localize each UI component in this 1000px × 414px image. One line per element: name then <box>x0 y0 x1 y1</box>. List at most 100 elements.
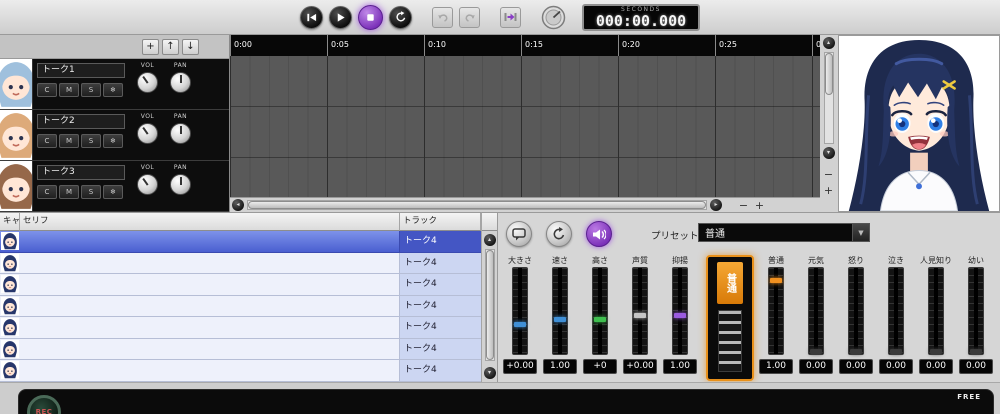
h-scrollbar-track[interactable] <box>247 200 707 210</box>
scroll-left-button[interactable]: ◂ <box>232 199 244 211</box>
row-line-text[interactable] <box>20 231 400 252</box>
slider-handle[interactable] <box>514 322 526 328</box>
slider-track[interactable] <box>808 267 824 355</box>
row-line-text[interactable] <box>20 338 400 359</box>
row-track-name[interactable]: トーク4 <box>400 274 481 295</box>
v-scrollbar-thumb[interactable] <box>824 53 833 95</box>
text-bubble-button[interactable] <box>506 221 532 247</box>
dialogue-row[interactable]: トーク4 <box>0 252 481 274</box>
track-solo-button[interactable]: S <box>81 185 101 199</box>
slider-handle[interactable] <box>970 348 982 354</box>
track-freeze-button[interactable]: ❄ <box>103 134 123 148</box>
pan-knob[interactable] <box>170 174 191 195</box>
track-chain-button[interactable]: C <box>37 134 57 148</box>
slider-track[interactable] <box>672 267 688 355</box>
slider-track[interactable] <box>592 267 608 355</box>
master-emotion-fader[interactable]: 普通 <box>706 255 754 381</box>
slider-track[interactable] <box>768 267 784 355</box>
row-line-text[interactable] <box>20 274 400 295</box>
row-track-name[interactable]: トーク4 <box>400 231 481 252</box>
jog-dial[interactable] <box>541 5 566 30</box>
scroll-right-button[interactable]: ▸ <box>710 199 722 211</box>
track-solo-button[interactable]: S <box>81 83 101 97</box>
dialogue-scroll-up-button[interactable]: ▴ <box>483 234 496 246</box>
dialogue-row[interactable]: トーク4 <box>0 360 481 382</box>
slider-handle[interactable] <box>770 278 782 284</box>
slider-track[interactable] <box>512 267 528 355</box>
slider-handle[interactable] <box>674 312 686 318</box>
undo-button[interactable] <box>432 6 453 28</box>
slider-track[interactable] <box>888 267 904 355</box>
zoom-in-button[interactable]: + <box>753 199 766 212</box>
dialogue-row[interactable]: トーク4 <box>0 338 481 360</box>
timeline-ruler[interactable]: 0:00 0:05 0:10 0:15 0:20 0:25 0:3 <box>230 35 820 56</box>
pan-knob[interactable] <box>170 123 191 144</box>
slider-handle[interactable] <box>810 348 822 354</box>
insert-position-button[interactable] <box>500 6 521 28</box>
track-chain-button[interactable]: C <box>37 83 57 97</box>
track-freeze-button[interactable]: ❄ <box>103 83 123 97</box>
dialogue-scroll-down-button[interactable]: ▾ <box>483 367 496 379</box>
slider-track[interactable] <box>928 267 944 355</box>
rec-button[interactable]: REC <box>27 395 61 414</box>
row-line-text[interactable] <box>20 360 400 381</box>
h-scrollbar-thumb[interactable] <box>248 201 706 209</box>
track-row[interactable]: トーク1 C M S ❄ VOL PAN <box>0 59 229 110</box>
scroll-up-button[interactable]: ▴ <box>822 37 835 49</box>
track-solo-button[interactable]: S <box>81 134 101 148</box>
scroll-down-button[interactable]: ▾ <box>822 147 835 159</box>
volume-knob[interactable] <box>137 174 158 195</box>
slider-track[interactable] <box>968 267 984 355</box>
volume-knob[interactable] <box>137 123 158 144</box>
slider-handle[interactable] <box>850 348 862 354</box>
v-zoom-in-button[interactable]: + <box>822 184 835 197</box>
redo-button[interactable] <box>459 6 480 28</box>
skip-to-start-button[interactable] <box>300 5 323 29</box>
track-mute-button[interactable]: M <box>59 83 79 97</box>
master-fader-track[interactable] <box>718 310 742 372</box>
track-mute-button[interactable]: M <box>59 134 79 148</box>
slider-handle[interactable] <box>554 317 566 323</box>
track-freeze-button[interactable]: ❄ <box>103 185 123 199</box>
slider-track[interactable] <box>848 267 864 355</box>
dialogue-row[interactable]: トーク4 <box>0 317 481 339</box>
slider-track[interactable] <box>632 267 648 355</box>
play-button[interactable] <box>329 5 352 29</box>
pan-knob[interactable] <box>170 72 191 93</box>
track-chain-button[interactable]: C <box>37 185 57 199</box>
volume-knob[interactable] <box>137 72 158 93</box>
v-zoom-out-button[interactable]: − <box>822 168 835 181</box>
stop-button[interactable] <box>358 4 383 30</box>
row-track-name[interactable]: トーク4 <box>400 338 481 359</box>
slider-handle[interactable] <box>634 312 646 318</box>
track-row[interactable]: トーク3 C M S ❄ VOL PAN <box>0 161 229 212</box>
row-track-name[interactable]: トーク4 <box>400 295 481 316</box>
slider-handle[interactable] <box>890 348 902 354</box>
move-track-down-button[interactable]: ↓ <box>182 38 199 55</box>
v-scrollbar-track[interactable] <box>823 52 834 144</box>
row-track-name[interactable]: トーク4 <box>400 317 481 338</box>
track-row[interactable]: トーク2 C M S ❄ VOL PAN <box>0 110 229 161</box>
add-track-button[interactable]: + <box>142 38 159 55</box>
row-line-text[interactable] <box>20 252 400 273</box>
row-track-name[interactable]: トーク4 <box>400 252 481 273</box>
dialogue-row[interactable]: トーク4 <box>0 274 481 296</box>
row-track-name[interactable]: トーク4 <box>400 360 481 381</box>
row-line-text[interactable] <box>20 295 400 316</box>
track-name[interactable]: トーク3 <box>37 165 125 180</box>
speak-button[interactable] <box>586 221 612 247</box>
preset-dropdown[interactable]: 普通 ▼ <box>698 223 870 242</box>
dropdown-button[interactable]: ▼ <box>852 224 869 241</box>
repeat-playback-button[interactable] <box>546 221 572 247</box>
row-line-text[interactable] <box>20 317 400 338</box>
dialogue-scrollbar-track[interactable] <box>484 249 495 361</box>
timeline-grid[interactable] <box>230 56 820 198</box>
dialogue-scrollbar-thumb[interactable] <box>485 250 494 360</box>
track-name[interactable]: トーク2 <box>37 114 125 129</box>
track-mute-button[interactable]: M <box>59 185 79 199</box>
zoom-out-button[interactable]: − <box>737 199 750 212</box>
track-name[interactable]: トーク1 <box>37 63 125 78</box>
slider-handle[interactable] <box>930 348 942 354</box>
dialogue-row[interactable]: トーク4 <box>0 231 481 253</box>
slider-track[interactable] <box>552 267 568 355</box>
